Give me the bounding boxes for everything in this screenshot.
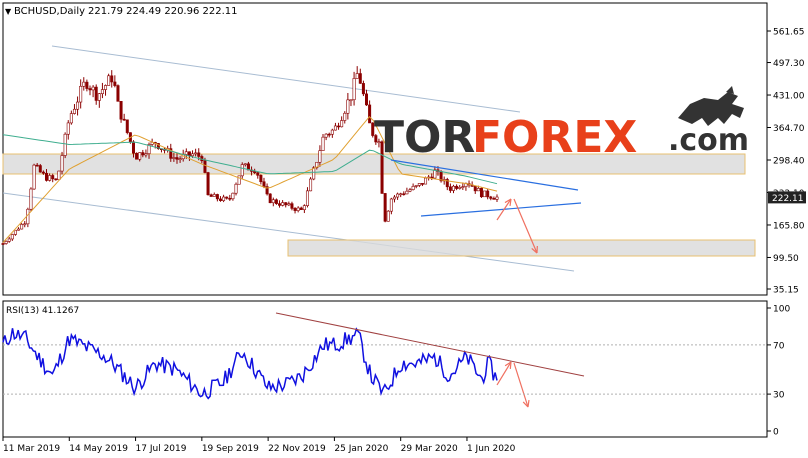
time-tick-label: 22 Nov 2019 [268,444,326,454]
time-tick-label: 1 Jun 2020 [467,444,516,454]
time-tick-label: 19 Sep 2019 [202,444,259,454]
price-tick-label: 497.30 [773,59,805,69]
time-tick-label: 17 Jul 2019 [136,444,187,454]
candle [32,163,36,190]
candle [479,187,483,198]
candle [237,175,241,185]
time-tick-label: 11 Mar 2019 [3,444,60,454]
price-tick-label: 165.80 [773,221,805,231]
price-tick-label: 35.15 [773,286,799,296]
price-tick-label: 364.70 [773,124,805,134]
rsi-tick-label: 30 [773,391,785,401]
time-tick-label: 14 May 2019 [69,444,128,454]
rsi-tick-label: 100 [773,305,790,315]
candle [240,162,244,179]
price-tick-label: 431.00 [773,92,805,102]
candle [483,190,487,198]
candle [268,193,272,204]
support-zone [287,239,756,257]
time-tick-label: 25 Jan 2020 [334,444,388,454]
candle [206,171,210,196]
chart-canvas: 561.65497.30431.00364.70298.40232.10165.… [1,2,806,454]
chart-symbol: BCHUSD,Daily [14,6,85,17]
candle [60,151,64,175]
logo-forex: FOREX [472,112,637,163]
candle [116,84,120,102]
rsi-panel [2,300,768,438]
time-tick-label: 29 Mar 2020 [401,444,458,454]
candle [234,182,238,196]
rsi-tick-label: 0 [773,428,779,438]
chart-ohlc: 221.79 224.49 220.96 222.11 [88,6,238,17]
candle [135,152,139,160]
candle [309,177,313,192]
time-axis: 11 Mar 2019 14 May 2019 17 Jul 2019 19 Sep … [2,437,516,454]
logo-dotcom: .com [668,123,749,158]
rsi-title: RSI(13) 41.1267 [6,306,79,316]
logo-tor: TOR [374,112,475,163]
price-axis: 561.65497.30431.00364.70298.40232.10165.… [767,28,806,296]
rsi-tick-label: 70 [773,341,785,351]
candle [107,73,111,86]
chart-symbol-icon: ▼ [5,7,12,16]
price-tick-label: 561.65 [773,28,805,38]
candle [38,163,42,173]
candle [57,170,61,181]
price-tick-label: 298.40 [773,157,805,167]
candle [386,210,390,222]
last-price-label: 222.11 [772,194,804,204]
candle [29,187,33,212]
price-tick-label: 99.50 [773,254,799,264]
candle [125,119,129,135]
candle [63,132,67,159]
candle [383,192,387,223]
